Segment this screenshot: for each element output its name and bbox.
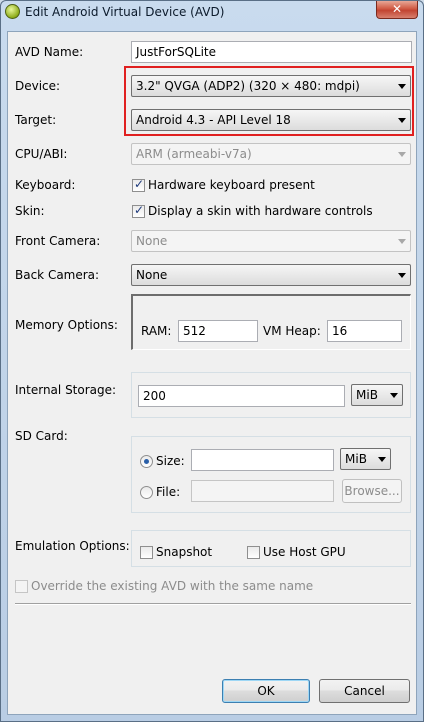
sd-file-radio[interactable] [140,486,153,499]
override-checkbox[interactable] [15,580,28,593]
sd-size-unit-value: MiB [345,452,367,466]
target-label: Target: [15,113,57,127]
back-camera-select-value: None [136,268,168,282]
sd-size-radio[interactable] [140,455,153,468]
android-app-icon [5,4,20,19]
internal-storage-unit-value: MiB [356,388,378,402]
internal-storage-label: Internal Storage: [15,383,117,397]
memory-options-label: Memory Options: [15,318,118,332]
ram-input[interactable]: 512 [178,320,258,342]
sd-file-label[interactable]: File: [156,485,180,499]
emulation-options-label: Emulation Options: [15,539,130,553]
keyboard-checkbox[interactable] [132,177,145,192]
back-camera-select[interactable]: None [131,264,411,286]
front-camera-label: Front Camera: [15,234,101,248]
ram-label: RAM: [141,324,172,338]
window-title: Edit Android Virtual Device (AVD) [25,5,225,19]
skin-option-label[interactable]: Display a skin with hardware controls [148,204,373,218]
sd-size-unit-select[interactable]: MiB [340,448,391,470]
use-host-gpu-label[interactable]: Use Host GPU [263,545,346,559]
dialog-body: AVD Name: JustForSQLite Device: 3.2" QVG… [7,31,417,715]
snapshot-checkbox[interactable] [140,546,153,559]
snapshot-label[interactable]: Snapshot [156,545,212,559]
avd-name-label: AVD Name: [15,45,84,59]
avd-name-input[interactable]: JustForSQLite [131,41,412,63]
title-bar[interactable]: Edit Android Virtual Device (AVD) ✕ [1,1,423,23]
override-label[interactable]: Override the existing AVD with the same … [31,579,313,593]
front-camera-select-value: None [136,234,168,248]
use-host-gpu-checkbox[interactable] [247,546,260,559]
chevron-down-icon [390,393,398,398]
sd-size-input[interactable] [191,449,334,471]
cancel-button[interactable]: Cancel [319,679,410,703]
sd-size-label[interactable]: Size: [156,454,185,468]
ok-button[interactable]: OK [222,679,310,703]
browse-button[interactable]: Browse... [342,479,402,503]
internal-storage-unit-select[interactable]: MiB [351,384,403,406]
back-camera-label: Back Camera: [15,268,100,282]
front-camera-select[interactable]: None [131,230,411,252]
device-label: Device: [15,79,61,93]
sd-card-label: SD Card: [15,429,68,443]
cpu-abi-label: CPU/ABI: [15,147,68,161]
cpu-abi-select[interactable]: ARM (armeabi-v7a) [131,143,411,165]
skin-label: Skin: [15,204,45,218]
skin-checkbox[interactable] [132,203,145,218]
chevron-down-icon [378,457,386,462]
chevron-down-icon [398,152,406,157]
keyboard-option-label[interactable]: Hardware keyboard present [148,178,315,192]
vm-heap-label: VM Heap: [263,324,321,338]
keyboard-label: Keyboard: [15,178,76,192]
avd-dialog-window: Edit Android Virtual Device (AVD) ✕ AVD … [0,0,424,722]
bottom-divider [15,603,411,605]
vm-heap-input[interactable]: 16 [327,320,402,342]
sd-file-input[interactable] [191,480,334,502]
cpu-abi-select-value: ARM (armeabi-v7a) [136,147,252,161]
highlight-annotation-box [124,66,414,136]
chevron-down-icon [398,239,406,244]
internal-storage-input[interactable]: 200 [138,385,345,407]
close-button[interactable]: ✕ [376,1,418,19]
chevron-down-icon [398,273,406,278]
